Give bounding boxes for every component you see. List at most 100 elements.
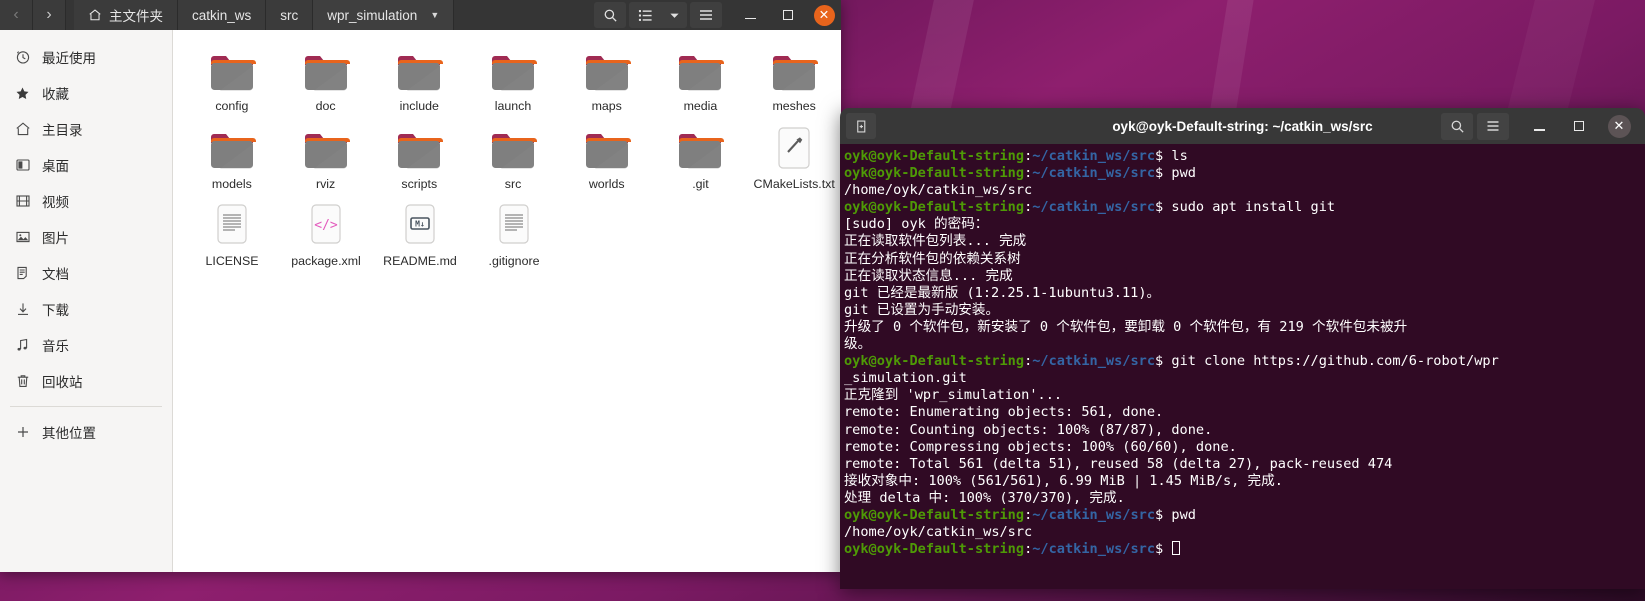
file-manager-window: ‹ › 主文件夹 catkin_ws src wpr_simulation ▼ bbox=[0, 0, 841, 572]
minimize-button[interactable] bbox=[731, 0, 769, 30]
file-item-scripts[interactable]: scripts bbox=[372, 118, 466, 196]
terminal-output-line: git 已经是最新版 (1:2.25.1-1ubuntu3.11)。 bbox=[844, 284, 1161, 301]
folder-icon bbox=[581, 124, 633, 172]
close-button[interactable]: ✕ bbox=[1599, 110, 1639, 142]
sidebar-item-label: 音乐 bbox=[42, 339, 69, 354]
sidebar-item-music[interactable]: 音乐 bbox=[0, 327, 172, 363]
sidebar-item-label: 图片 bbox=[42, 231, 69, 246]
file-item-license[interactable]: LICENSE bbox=[185, 195, 279, 273]
breadcrumb-label: src bbox=[280, 7, 299, 23]
sidebar-item-starred[interactable]: 收藏 bbox=[0, 75, 172, 111]
sidebar-item-trash[interactable]: 回收站 bbox=[0, 363, 172, 399]
file-item-worlds[interactable]: worlds bbox=[560, 118, 654, 196]
sidebar-item-pictures[interactable]: 图片 bbox=[0, 219, 172, 255]
search-icon[interactable] bbox=[594, 2, 626, 28]
breadcrumb-item-wpr-simulation[interactable]: wpr_simulation ▼ bbox=[313, 0, 455, 30]
sidebar-item-other-locations[interactable]: 其他位置 bbox=[0, 414, 172, 450]
file-label: .git bbox=[692, 176, 709, 191]
terminal-output-line: remote: Enumerating objects: 561, done. bbox=[844, 404, 1164, 421]
home-icon bbox=[88, 8, 102, 22]
file-item-maps[interactable]: maps bbox=[560, 40, 654, 118]
breadcrumb-item-src[interactable]: src bbox=[266, 0, 314, 30]
forward-button[interactable]: › bbox=[33, 0, 66, 30]
file-item-config[interactable]: config bbox=[185, 40, 279, 118]
folder-icon bbox=[768, 46, 820, 94]
maximize-button[interactable] bbox=[769, 0, 807, 30]
sidebar-item-label: 回收站 bbox=[42, 375, 83, 390]
sidebar: 最近使用 收藏 主目录 桌面 视频 图片 文档 下载 音乐 回收站 其他位置 bbox=[0, 30, 173, 572]
navigation-buttons: ‹ › bbox=[0, 0, 66, 30]
sidebar-item-videos[interactable]: 视频 bbox=[0, 183, 172, 219]
close-button[interactable]: ✕ bbox=[807, 0, 841, 30]
view-dropdown-chevron-down-icon[interactable] bbox=[661, 2, 687, 28]
file-item-rviz[interactable]: rviz bbox=[279, 118, 373, 196]
music-icon bbox=[14, 337, 31, 354]
image-icon bbox=[14, 229, 31, 246]
sidebar-item-label: 视频 bbox=[42, 195, 69, 210]
file-item-readme-md[interactable]: M↓ README.md bbox=[373, 195, 467, 273]
terminal-output-line: /home/oyk/catkin_ws/src bbox=[844, 182, 1033, 199]
terminal-prompt-line: oyk@oyk-Default-string:~/catkin_ws/src$ bbox=[844, 541, 1645, 558]
file-label: meshes bbox=[772, 99, 816, 113]
terminal-output-line: remote: Counting objects: 100% (87/87), … bbox=[844, 421, 1213, 438]
desktop-icon bbox=[14, 157, 31, 174]
terminal-output-line: 正在分析软件包的依赖关系树 bbox=[844, 250, 1021, 267]
back-button[interactable]: ‹ bbox=[0, 0, 33, 30]
sidebar-item-label: 主目录 bbox=[42, 123, 83, 138]
file-row: config doc include launch maps media mes… bbox=[185, 40, 841, 118]
terminal-output-line: 正克隆到 'wpr_simulation'... bbox=[844, 387, 1063, 404]
terminal-headerbar: oyk@oyk-Default-string: ~/catkin_ws/src … bbox=[840, 108, 1645, 144]
chevron-down-icon[interactable]: ▼ bbox=[430, 10, 439, 20]
file-item-models[interactable]: models bbox=[185, 118, 279, 196]
close-icon: ✕ bbox=[1607, 114, 1631, 138]
terminal-output-line: 正在读取状态信息... 完成 bbox=[844, 267, 1013, 284]
sidebar-item-downloads[interactable]: 下载 bbox=[0, 291, 172, 327]
file-item-git[interactable]: .git bbox=[654, 118, 748, 196]
breadcrumb-item-catkin-ws[interactable]: catkin_ws bbox=[178, 0, 267, 30]
terminal-output-line: 正在读取软件包列表... 完成 bbox=[844, 233, 1027, 250]
file-item-package-xml[interactable]: </> package.xml bbox=[279, 195, 373, 273]
minimize-button[interactable] bbox=[1519, 110, 1559, 142]
hamburger-menu-icon[interactable] bbox=[1477, 112, 1509, 140]
file-item-gitignore[interactable]: .gitignore bbox=[467, 195, 561, 273]
sidebar-item-desktop[interactable]: 桌面 bbox=[0, 147, 172, 183]
file-manager-window-controls: ✕ bbox=[731, 0, 841, 30]
terminal-output-line: [sudo] oyk 的密码： bbox=[844, 216, 989, 233]
maximize-button[interactable] bbox=[1559, 110, 1599, 142]
terminal-output[interactable]: oyk@oyk-Default-string:~/catkin_ws/src$ … bbox=[840, 144, 1645, 589]
file-item-cmakelists[interactable]: CMakeLists.txt bbox=[747, 118, 841, 196]
text-file-icon bbox=[488, 201, 540, 249]
sidebar-item-label: 文档 bbox=[42, 267, 69, 282]
terminal-output-line: remote: Compressing objects: 100% (60/60… bbox=[844, 438, 1237, 455]
sidebar-item-documents[interactable]: 文档 bbox=[0, 255, 172, 291]
file-item-meshes[interactable]: meshes bbox=[747, 40, 841, 118]
file-item-doc[interactable]: doc bbox=[279, 40, 373, 118]
sidebar-item-label: 下载 bbox=[42, 303, 69, 318]
clock-icon bbox=[14, 49, 31, 66]
terminal-output-line: _simulation.git bbox=[844, 370, 967, 387]
folder-icon bbox=[674, 124, 726, 172]
breadcrumb-item-home[interactable]: 主文件夹 bbox=[74, 0, 178, 30]
sidebar-item-recent[interactable]: 最近使用 bbox=[0, 39, 172, 75]
new-tab-icon[interactable] bbox=[846, 113, 876, 139]
list-view-icon[interactable] bbox=[629, 2, 661, 28]
sidebar-item-home[interactable]: 主目录 bbox=[0, 111, 172, 147]
file-label: doc bbox=[315, 99, 336, 113]
file-item-include[interactable]: include bbox=[372, 40, 466, 118]
file-grid: config doc include launch maps media mes… bbox=[173, 30, 841, 572]
file-item-src[interactable]: src bbox=[466, 118, 560, 196]
breadcrumb: 主文件夹 catkin_ws src wpr_simulation ▼ bbox=[74, 0, 455, 30]
file-label: CMakeLists.txt bbox=[753, 176, 835, 191]
file-item-media[interactable]: media bbox=[654, 40, 748, 118]
search-icon[interactable] bbox=[1441, 112, 1473, 140]
terminal-prompt-line: oyk@oyk-Default-string:~/catkin_ws/src$ … bbox=[844, 199, 1336, 216]
close-icon: ✕ bbox=[813, 4, 835, 26]
file-item-launch[interactable]: launch bbox=[466, 40, 560, 118]
terminal-prompt-line: oyk@oyk-Default-string:~/catkin_ws/src$ … bbox=[844, 506, 1196, 523]
download-icon bbox=[14, 301, 31, 318]
folder-icon bbox=[393, 46, 445, 94]
hamburger-menu-icon[interactable] bbox=[690, 2, 722, 28]
folder-icon bbox=[487, 46, 539, 94]
svg-text:</>: </> bbox=[314, 218, 338, 233]
folder-icon bbox=[393, 124, 445, 172]
